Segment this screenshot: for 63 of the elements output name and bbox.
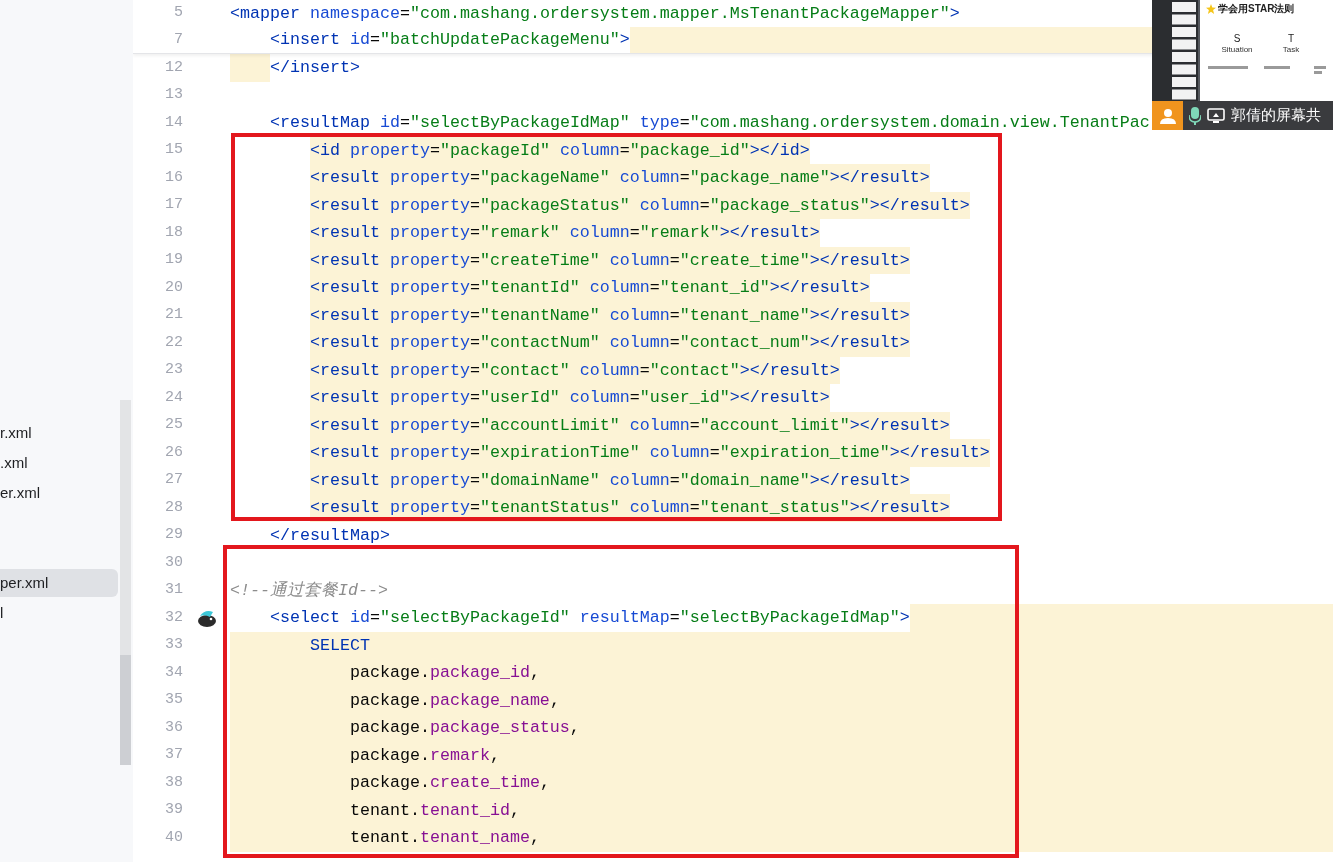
star-icon — [1206, 3, 1216, 14]
line-number: 7 — [173, 29, 183, 50]
line-number: 20 — [164, 277, 183, 298]
line-number: 12 — [164, 57, 183, 78]
line-number: 39 — [164, 800, 183, 820]
slide-letter: T — [1287, 33, 1295, 45]
line-number: 24 — [164, 387, 183, 408]
code-line: tenant.tenant_name, — [349, 827, 540, 850]
code-line: <select id="selectByPackageId" resultMap="selectByPackageIdMap"> — [270, 607, 910, 630]
microphone-icon — [1189, 106, 1201, 125]
line-number: 37 — [164, 745, 183, 765]
file-tree-item[interactable]: .xml — [0, 449, 118, 477]
line-number: 27 — [164, 470, 183, 490]
line-number: 31 — [164, 580, 183, 600]
user-avatar-icon — [1152, 101, 1183, 130]
scrollbar-thumb[interactable] — [120, 655, 131, 765]
line-number: 30 — [164, 552, 183, 573]
line-number: 18 — [164, 222, 183, 243]
slide-letter: S — [1233, 33, 1241, 45]
line-number: 28 — [164, 497, 183, 518]
code-line: package.package_name, — [349, 689, 560, 712]
code-line: package.create_time, — [349, 772, 550, 795]
screen-share-icon — [1207, 107, 1225, 124]
line-number: 29 — [164, 525, 183, 545]
line-number: 32 — [164, 607, 183, 628]
slide-word: Situation — [1221, 45, 1253, 55]
line-number: 15 — [164, 140, 183, 160]
line-number: 22 — [164, 332, 183, 353]
line-number: 25 — [164, 415, 183, 435]
line-number: 13 — [164, 85, 183, 105]
line-number: 40 — [164, 827, 183, 848]
line-number: 35 — [164, 690, 183, 710]
code-line: <insert id="batchUpdatePackageMenu"> — [270, 29, 630, 52]
code-line: package.package_status, — [349, 717, 580, 740]
share-label: 郭倩的屏幕共 — [1231, 105, 1321, 126]
file-tree-item[interactable]: l — [0, 599, 118, 627]
line-number: 19 — [164, 250, 183, 270]
line-number: 33 — [164, 635, 183, 655]
line-number: 23 — [164, 360, 183, 380]
file-tree-item[interactable]: er.xml — [0, 479, 118, 507]
slide-title: 学会用STAR法则 — [1218, 2, 1295, 16]
code-line: SELECT — [309, 634, 370, 657]
code-line: </resultMap> — [270, 524, 390, 547]
line-number: 5 — [173, 3, 183, 23]
code-line: <mapper namespace="com.mashang.ordersystem.mapper.MsTenantPackageMapper"> — [230, 2, 960, 25]
line-number: 34 — [164, 662, 183, 683]
code-line: tenant.tenant_id, — [349, 799, 520, 822]
line-number: 21 — [164, 305, 183, 325]
code-line: <!--通过套餐Id--> — [230, 579, 388, 602]
line-number: 38 — [164, 772, 183, 793]
code-line: </insert> — [270, 57, 360, 80]
scrollbar[interactable] — [120, 400, 131, 655]
file-tree-item[interactable]: per.xml — [0, 569, 118, 597]
slide-word: Task — [1282, 45, 1300, 55]
line-number: 14 — [164, 112, 183, 133]
line-number: 16 — [164, 167, 183, 188]
line-number: 26 — [164, 442, 183, 463]
line-number: 36 — [164, 717, 183, 738]
file-tree-item[interactable]: r.xml — [0, 419, 118, 447]
code-line: package.package_id, — [349, 662, 540, 685]
code-line: <resultMap id="selectByPackageIdMap" type="com.mashang.ordersystem.domain.view.TenantPac — [270, 112, 1150, 135]
line-number: 17 — [164, 195, 183, 215]
code-line: package.remark, — [349, 744, 500, 767]
